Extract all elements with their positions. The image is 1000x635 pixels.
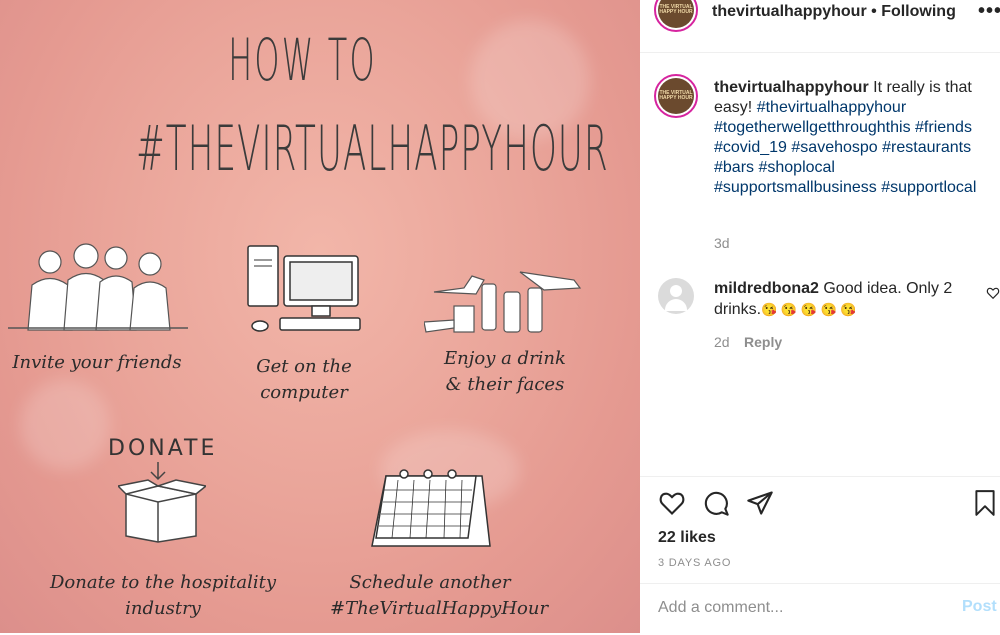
- friends-illustration: [8, 243, 188, 331]
- likes-count[interactable]: 22 likes: [658, 529, 716, 547]
- step-invite-label: Invite your friends: [12, 352, 182, 373]
- post-actions: 22 likes 3 DAYS AGO Post: [640, 476, 1000, 634]
- calendar-illustration: [371, 469, 491, 547]
- add-comment-bar: Post: [640, 583, 1000, 635]
- step-donate-label-2: industry: [125, 598, 201, 619]
- post-age[interactable]: 3 DAYS AGO: [658, 557, 731, 569]
- image-title-line1: HOW TO: [228, 26, 377, 94]
- avatar-body-shape: [665, 299, 687, 311]
- caption-author-avatar[interactable]: THE VIRTUAL HAPPY HOUR: [654, 74, 698, 118]
- bokeh-decoration: [20, 380, 110, 470]
- donate-word: DONATE: [108, 436, 218, 461]
- like-heart-icon[interactable]: [658, 489, 686, 517]
- more-options-icon[interactable]: •••: [978, 0, 1000, 23]
- step-drink-label-1: Enjoy a drink: [444, 348, 566, 369]
- commenter-avatar[interactable]: [658, 278, 694, 314]
- donate-box-illustration: [118, 462, 206, 543]
- header-user-line: thevirtualhappyhour • Following: [712, 3, 956, 21]
- comment-item: mildredbona2 Good idea. Only 2 drinks.😘 …: [714, 278, 974, 320]
- author-avatar[interactable]: THE VIRTUAL HAPPY HOUR: [654, 0, 698, 32]
- drinks-illustration: [424, 271, 582, 333]
- reply-button[interactable]: Reply: [744, 334, 782, 350]
- author-username-link[interactable]: thevirtualhappyhour: [712, 3, 867, 20]
- caption-username-link[interactable]: thevirtualhappyhour: [714, 79, 869, 96]
- computer-illustration: [247, 245, 361, 332]
- step-computer-label: Get on the computer: [256, 356, 352, 403]
- post-caption: thevirtualhappyhour It really is that ea…: [714, 78, 994, 198]
- save-bookmark-icon[interactable]: [972, 489, 998, 517]
- caption-hashtags[interactable]: #thevirtualhappyhour #togetherwellgetthr…: [714, 99, 976, 196]
- comment-emojis: 😘 😘 😘 😘 😘: [761, 302, 857, 317]
- avatar-logo: THE VIRTUAL HAPPY HOUR: [658, 78, 694, 114]
- share-paper-plane-icon[interactable]: [746, 489, 774, 517]
- header-separator: •: [866, 3, 882, 20]
- comment-timestamp[interactable]: 2d: [714, 334, 730, 350]
- comment-bubble-icon[interactable]: [702, 489, 730, 517]
- post-side-panel: THE VIRTUAL HAPPY HOUR thevirtualhappyho…: [640, 0, 1000, 633]
- comment-like-heart-icon[interactable]: [986, 286, 1000, 300]
- following-button[interactable]: Following: [881, 3, 956, 20]
- avatar-logo: THE VIRTUAL HAPPY HOUR: [658, 0, 694, 28]
- step-schedule-label-1: Schedule another: [349, 572, 511, 593]
- post-header: THE VIRTUAL HAPPY HOUR thevirtualhappyho…: [640, 0, 1000, 53]
- post-image[interactable]: HOW TO #THEVIRTUALHAPPYHOUR Invite your …: [0, 0, 640, 633]
- step-schedule-label-2: #TheVirtualHappyHour: [330, 598, 549, 619]
- image-title-line2: #THEVIRTUALHAPPYHOUR: [136, 112, 609, 185]
- caption-timestamp[interactable]: 3d: [714, 235, 730, 251]
- avatar-head-shape: [670, 285, 682, 297]
- step-drink-label-2: & their faces: [445, 374, 565, 395]
- step-donate-label-1: Donate to the hospitality: [49, 572, 277, 593]
- post-comment-button[interactable]: Post: [962, 598, 997, 616]
- comment-input[interactable]: [656, 598, 940, 618]
- commenter-username-link[interactable]: mildredbona2: [714, 280, 819, 297]
